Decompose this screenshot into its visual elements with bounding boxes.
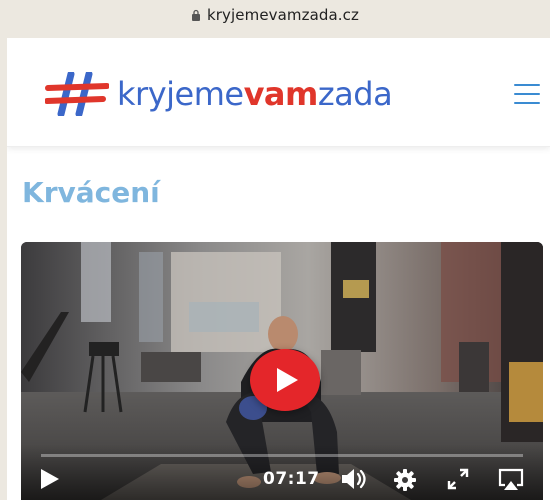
video-duration: 07:17 [263, 469, 320, 489]
logo-accent: vam [243, 75, 319, 113]
fullscreen-button[interactable] [445, 466, 471, 492]
play-overlay-button[interactable] [250, 349, 320, 411]
site-header: kryjemevamzada [7, 38, 550, 147]
hashtag-logo-icon [45, 72, 109, 116]
play-icon [277, 368, 298, 392]
logo-prefix: kryjeme [117, 75, 244, 113]
volume-icon [342, 469, 366, 489]
volume-button[interactable] [339, 466, 369, 492]
gear-icon [394, 469, 416, 491]
web-page: kryjemevamzada Krvácení 07:17 [7, 38, 550, 500]
url-text: kryjemevamzada.cz [206, 6, 359, 24]
site-logo[interactable]: kryjemevamzada [45, 72, 393, 116]
logo-suffix: zada [317, 75, 393, 113]
settings-button[interactable] [392, 467, 418, 493]
play-button[interactable] [37, 466, 63, 492]
logo-wordmark: kryjemevamzada [117, 75, 393, 113]
page-title: Krvácení [22, 176, 160, 209]
play-icon [41, 469, 59, 489]
fullscreen-icon [447, 468, 469, 490]
video-controls: 07:17 [21, 444, 543, 500]
progress-bar[interactable] [41, 454, 523, 457]
airplay-button[interactable] [497, 467, 525, 493]
url-display[interactable]: kryjemevamzada.cz [191, 6, 359, 24]
lock-icon [191, 9, 200, 21]
airplay-icon [498, 468, 524, 490]
hamburger-menu-icon[interactable] [514, 84, 540, 104]
video-player[interactable]: 07:17 [21, 242, 543, 500]
